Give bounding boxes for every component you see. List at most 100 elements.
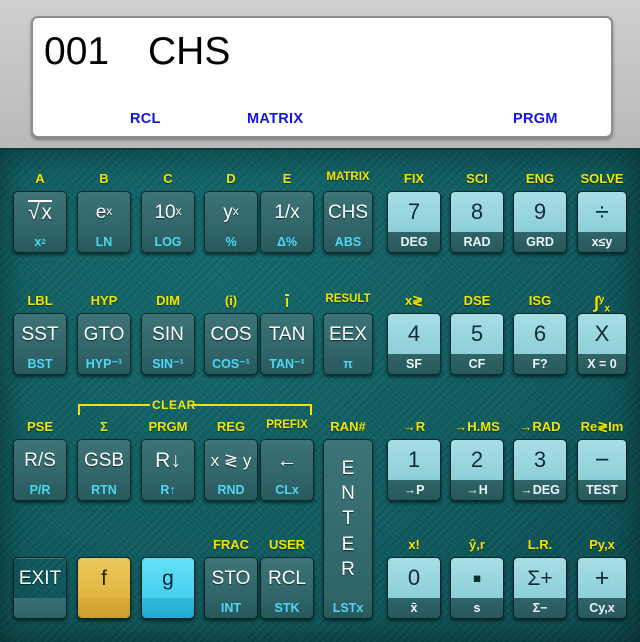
f-label-sin: DIM xyxy=(156,293,180,308)
key-label-one: 1 xyxy=(388,440,440,480)
key-sublabel-recip: Δ% xyxy=(261,232,313,252)
key-sublabel-eex: π xyxy=(324,354,372,374)
f-label-sqrt: A xyxy=(35,171,45,186)
key-decimal[interactable]: ▪ s xyxy=(450,557,504,619)
key-plus[interactable]: + Cy,x xyxy=(577,557,627,619)
key-label-chs: CHS xyxy=(324,192,372,232)
key-label-sigma-plus: Σ+ xyxy=(514,558,566,598)
key-seven[interactable]: 7 DEG xyxy=(387,191,441,253)
key-label-rs: R/S xyxy=(14,440,66,480)
key-rolldn[interactable]: R↓ R↑ xyxy=(141,439,195,501)
key-sublabel-f-shift xyxy=(78,598,130,618)
key-chs[interactable]: CHS ABS xyxy=(323,191,373,253)
key-y-x[interactable]: y x% xyxy=(204,191,258,253)
key-nine[interactable]: 9 GRD xyxy=(513,191,567,253)
key-label-tan: TAN xyxy=(261,314,313,354)
key-sublabel-zero: x̄ xyxy=(388,598,440,618)
key-rs[interactable]: R/S P/R xyxy=(13,439,67,501)
key-sublabel-minus: TEST xyxy=(578,480,626,500)
f-label-one: →R xyxy=(402,419,426,434)
key-sublabel-seven: DEG xyxy=(388,232,440,252)
key-cos[interactable]: COS COS⁻¹ xyxy=(204,313,258,375)
f-label-bksp: PREFIX xyxy=(266,419,308,431)
key-eight[interactable]: 8 RAD xyxy=(450,191,504,253)
key-sqrt[interactable]: √ xx2 xyxy=(13,191,67,253)
f-label-five: DSE xyxy=(463,293,491,308)
f-label-plus: Py,x xyxy=(589,537,615,552)
key-label-exit: EXIT xyxy=(18,567,62,589)
key-exit[interactable]: EXIT xyxy=(13,557,67,619)
key-label-divide: ÷ xyxy=(578,192,626,232)
f-label-chs: MATRIX xyxy=(326,171,370,183)
key-exp[interactable]: e x LN xyxy=(77,191,131,253)
key-sublabel-decimal: s xyxy=(451,598,503,618)
key-sto[interactable]: STO INT xyxy=(204,557,258,619)
key-sublabel-nine: GRD xyxy=(514,232,566,252)
annunciator-prgm: PRGM xyxy=(513,111,558,127)
key-label-two: 2 xyxy=(451,440,503,480)
key-recip[interactable]: 1/x Δ% xyxy=(260,191,314,253)
f-label-eex: RESULT xyxy=(325,293,371,305)
f-label-sigma-plus: L.R. xyxy=(527,537,553,552)
key-minus[interactable]: − TEST xyxy=(577,439,627,501)
key-multiply[interactable]: XX = 0 xyxy=(577,313,627,375)
f-label-gto: HYP xyxy=(90,293,118,308)
key-sublabel-enter: LSTx xyxy=(324,598,372,618)
key-one[interactable]: 1 →P xyxy=(387,439,441,501)
key-zero[interactable]: 0 x̄ xyxy=(387,557,441,619)
key-sublabel-three: →DEG xyxy=(514,480,566,500)
lcd-program-step: 001 xyxy=(44,30,110,73)
key-ten-x[interactable]: 10 x LOG xyxy=(141,191,195,253)
key-bksp[interactable]: ← CLx xyxy=(260,439,314,501)
key-sublabel-sqrt: x2 xyxy=(14,232,66,252)
f-label-eight: SCI xyxy=(466,171,488,186)
key-sublabel-one: →P xyxy=(388,480,440,500)
key-label-six: 6 xyxy=(514,314,566,354)
key-divide[interactable]: ÷ x≤y xyxy=(577,191,627,253)
key-six[interactable]: 6 F? xyxy=(513,313,567,375)
key-sublabel-sto: INT xyxy=(205,598,257,618)
key-three[interactable]: 3 →DEG xyxy=(513,439,567,501)
key-rcl[interactable]: RCL STK xyxy=(260,557,314,619)
key-label-seven: 7 xyxy=(388,192,440,232)
lcd-display: 001 CHS RCL MATRIX PRGM xyxy=(31,16,613,138)
key-sublabel-cos: COS⁻¹ xyxy=(205,354,257,374)
key-label-sto: STO xyxy=(205,558,257,598)
key-sublabel-two: →H xyxy=(451,480,503,500)
key-label-y-x: yx xyxy=(205,192,257,232)
key-sst[interactable]: SST BST xyxy=(13,313,67,375)
lcd-main-line: 001 CHS xyxy=(44,24,603,80)
key-sigma-plus[interactable]: Σ+ Σ− xyxy=(513,557,567,619)
f-label-exp: B xyxy=(99,171,109,186)
f-label-decimal: ŷ,r xyxy=(469,537,485,552)
key-f-shift[interactable]: f xyxy=(77,557,131,619)
f-label-rolldn: PRGM xyxy=(148,419,188,434)
key-g-shift[interactable]: g xyxy=(141,557,195,619)
f-label-recip: E xyxy=(282,171,292,186)
key-label-g-shift: g xyxy=(142,558,194,598)
key-label-three: 3 xyxy=(514,440,566,480)
f-label-three: →RAD xyxy=(519,419,561,434)
key-sublabel-four: SF xyxy=(388,354,440,374)
key-five[interactable]: 5 CF xyxy=(450,313,504,375)
key-enter[interactable]: E N T E R LSTx xyxy=(323,439,373,619)
key-gto[interactable]: GTO HYP⁻¹ xyxy=(77,313,131,375)
key-sin[interactable]: SIN SIN⁻¹ xyxy=(141,313,195,375)
f-label-seven: FIX xyxy=(403,171,425,186)
f-label-four: x≷ xyxy=(404,293,424,308)
key-label-recip: 1/x xyxy=(261,192,313,232)
calculator-keypad: CLEAR A √ x x 2 Be x LN C 10 x LOG Dy x% E 1/x Δ% MATRIX… xyxy=(0,148,640,642)
key-label-rolldn: R↓ xyxy=(142,440,194,480)
key-sublabel-xy: RND xyxy=(205,480,257,500)
key-four[interactable]: 4 SF xyxy=(387,313,441,375)
key-eex[interactable]: EEX π xyxy=(323,313,373,375)
key-sublabel-chs: ABS xyxy=(324,232,372,252)
key-label-rcl: RCL xyxy=(261,558,313,598)
key-xy[interactable]: x ≷ y RND xyxy=(204,439,258,501)
key-tan[interactable]: TAN TAN⁻¹ xyxy=(260,313,314,375)
key-sublabel-g-shift xyxy=(142,598,194,618)
key-label-decimal: ▪ xyxy=(451,558,503,598)
key-two[interactable]: 2 →H xyxy=(450,439,504,501)
key-gsb[interactable]: GSB RTN xyxy=(77,439,131,501)
clear-bracket-label: CLEAR xyxy=(152,398,196,412)
